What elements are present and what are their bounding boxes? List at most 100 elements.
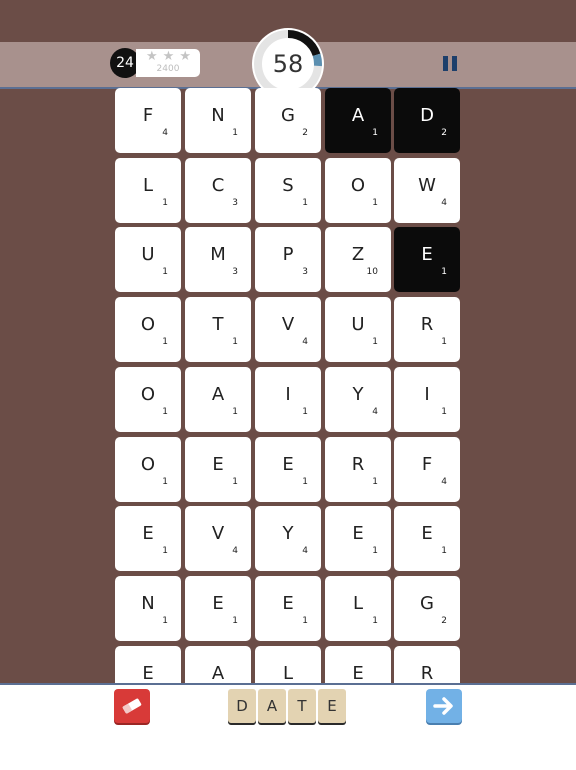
tile-letter: O xyxy=(140,454,156,475)
letter-tile[interactable]: L1 xyxy=(115,158,181,223)
letter-tile[interactable]: A1 xyxy=(325,88,391,153)
tile-letter: P xyxy=(282,244,294,265)
tile-points: 1 xyxy=(372,477,378,487)
letter-tile[interactable]: G2 xyxy=(394,576,460,641)
letter-tile[interactable]: P3 xyxy=(255,227,321,292)
tile-points: 1 xyxy=(232,128,238,138)
tile-points: 4 xyxy=(232,546,238,556)
letter-tile[interactable]: M3 xyxy=(185,227,251,292)
tile-points: 1 xyxy=(372,546,378,556)
letter-tile[interactable]: U1 xyxy=(325,297,391,362)
letter-tile[interactable]: F4 xyxy=(115,88,181,153)
star-icon: ★ xyxy=(146,49,158,64)
tile-points: 1 xyxy=(162,546,168,556)
word-tile[interactable]: T xyxy=(288,689,316,723)
letter-tile[interactable]: A1 xyxy=(185,367,251,432)
letter-tile[interactable]: T1 xyxy=(185,297,251,362)
pause-icon xyxy=(452,56,457,71)
letter-tile[interactable]: E1 xyxy=(255,576,321,641)
word-tile[interactable]: E xyxy=(318,689,346,723)
tile-points: 1 xyxy=(372,616,378,626)
letter-tile[interactable]: D2 xyxy=(394,88,460,153)
tile-letter: L xyxy=(282,663,294,683)
letter-tile[interactable]: F4 xyxy=(394,437,460,502)
letter-tile[interactable]: E1 xyxy=(185,437,251,502)
letter-tile[interactable]: N1 xyxy=(115,576,181,641)
tile-points: 2 xyxy=(302,128,308,138)
tile-letter: N xyxy=(211,105,225,126)
tile-letter: L xyxy=(142,175,154,196)
star-icon: ★ xyxy=(179,49,191,64)
letter-tile[interactable]: E xyxy=(325,646,391,683)
letter-tile[interactable]: O1 xyxy=(325,158,391,223)
letter-tile[interactable]: E1 xyxy=(255,437,321,502)
tile-points: 4 xyxy=(302,546,308,556)
tile-letter: W xyxy=(418,175,436,196)
tile-points: 1 xyxy=(302,198,308,208)
submit-word-button[interactable] xyxy=(426,689,462,723)
word-tile[interactable]: D xyxy=(228,689,256,723)
tile-points: 1 xyxy=(232,616,238,626)
letter-tile[interactable]: V4 xyxy=(185,506,251,571)
level-number: 24 xyxy=(116,55,134,71)
letter-tile[interactable]: G2 xyxy=(255,88,321,153)
clear-word-button[interactable] xyxy=(114,689,150,723)
tile-points: 4 xyxy=(302,337,308,347)
tile-letter: E xyxy=(212,454,224,475)
letter-tile[interactable]: E1 xyxy=(394,506,460,571)
tile-points: 1 xyxy=(162,337,168,347)
letter-tile[interactable]: W4 xyxy=(394,158,460,223)
tile-letter: D xyxy=(420,105,434,126)
letter-tile[interactable]: I1 xyxy=(394,367,460,432)
tile-letter: Z xyxy=(351,244,365,265)
letter-tile[interactable]: E1 xyxy=(115,506,181,571)
tile-points: 1 xyxy=(162,198,168,208)
pause-button[interactable] xyxy=(443,56,457,71)
tile-letter: C xyxy=(211,175,225,196)
pause-icon xyxy=(443,56,448,71)
word-tile[interactable]: A xyxy=(258,689,286,723)
tile-points: 1 xyxy=(232,407,238,417)
letter-tile[interactable]: Z 10 xyxy=(325,227,391,292)
tile-points: 3 xyxy=(232,198,238,208)
letter-tile[interactable]: O1 xyxy=(115,367,181,432)
tile-points: 1 xyxy=(302,616,308,626)
tile-letter: G xyxy=(420,593,434,614)
letter-tile[interactable]: O1 xyxy=(115,437,181,502)
letter-tile[interactable]: R1 xyxy=(394,297,460,362)
letter-tile[interactable]: S1 xyxy=(255,158,321,223)
letter-tile[interactable]: N1 xyxy=(185,88,251,153)
tile-letter: U xyxy=(141,244,155,265)
letter-tile[interactable]: L1 xyxy=(325,576,391,641)
tile-points: 1 xyxy=(441,337,447,347)
target-score: 2400 xyxy=(156,64,180,74)
letter-tile[interactable]: V4 xyxy=(255,297,321,362)
letter-tile[interactable]: R xyxy=(394,646,460,683)
letter-tile[interactable]: A xyxy=(185,646,251,683)
tile-points: 1 xyxy=(162,477,168,487)
tile-letter: I xyxy=(424,384,430,405)
letter-tile[interactable]: U1 xyxy=(115,227,181,292)
letter-tile[interactable]: E1 xyxy=(185,576,251,641)
tile-points: 10 xyxy=(366,267,378,277)
tile-points: 1 xyxy=(441,267,447,277)
tile-points: 4 xyxy=(441,198,447,208)
letter-tile[interactable]: E1 xyxy=(325,506,391,571)
eraser-icon xyxy=(122,698,142,714)
letter-tile[interactable]: E xyxy=(115,646,181,683)
tile-letter: F xyxy=(421,454,433,475)
letter-tile[interactable]: Y4 xyxy=(255,506,321,571)
arrow-right-icon xyxy=(433,697,453,715)
letter-tile[interactable]: O1 xyxy=(115,297,181,362)
letter-tile[interactable]: R1 xyxy=(325,437,391,502)
letter-tile[interactable]: Y4 xyxy=(325,367,391,432)
tile-letter: R xyxy=(420,663,434,683)
letter-tile[interactable]: I1 xyxy=(255,367,321,432)
tile-letter: U xyxy=(351,314,365,335)
tile-letter: M xyxy=(210,244,226,265)
letter-tile[interactable]: C3 xyxy=(185,158,251,223)
letter-tile[interactable]: E1 xyxy=(394,227,460,292)
tile-points: 1 xyxy=(441,407,447,417)
letter-tile[interactable]: L xyxy=(255,646,321,683)
tile-points: 2 xyxy=(441,616,447,626)
